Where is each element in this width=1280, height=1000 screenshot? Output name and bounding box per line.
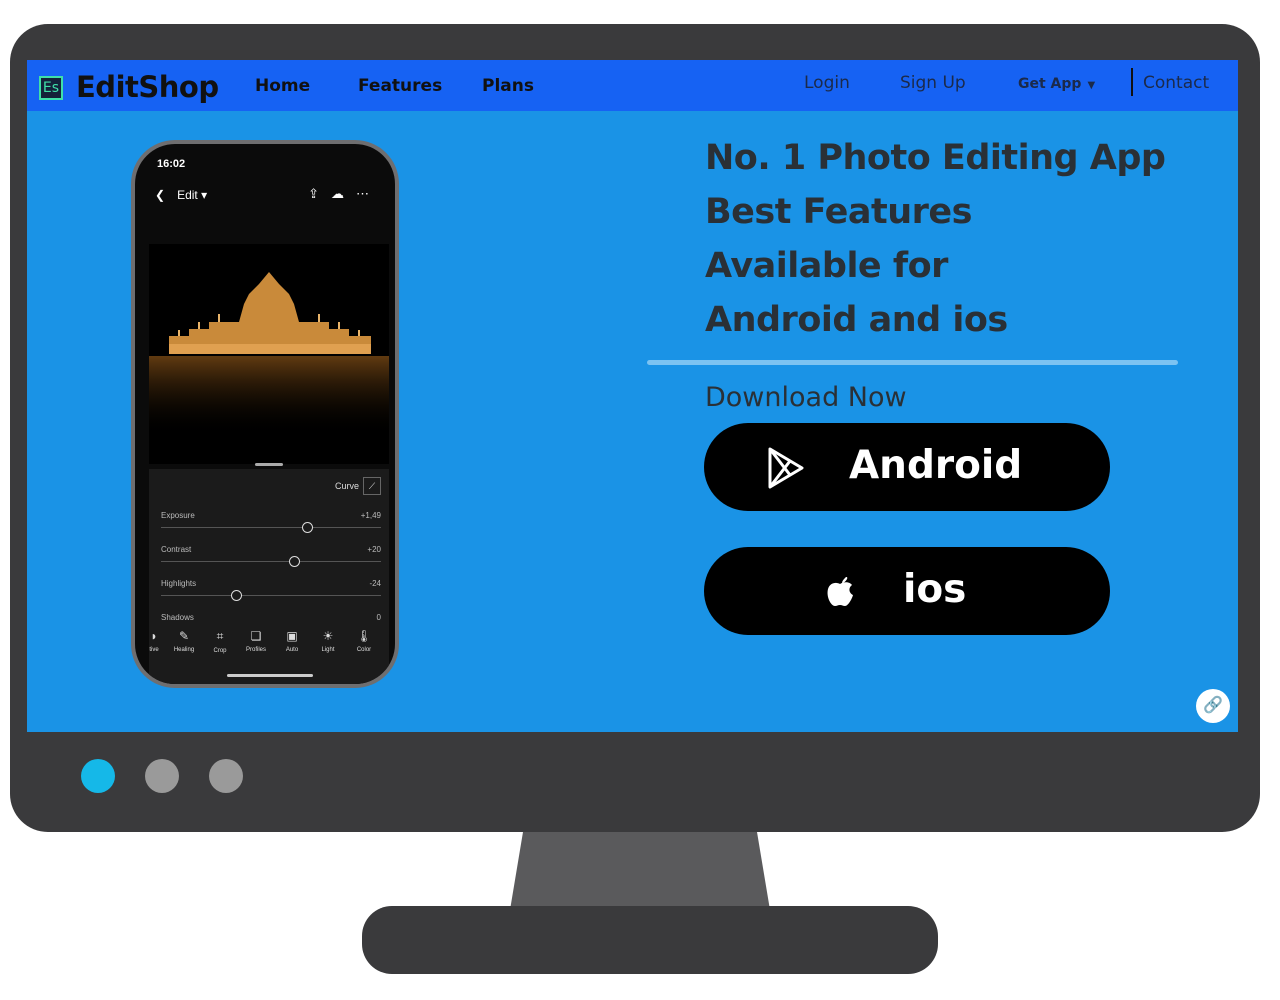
signup-link[interactable]: Sign Up (900, 73, 966, 93)
tool-icon: ◗ (150, 629, 158, 643)
healing-icon: ✎ (178, 629, 190, 643)
slider-label: Highlights (161, 579, 197, 588)
tool-item: ⌗ Crop (205, 629, 235, 654)
slider-label: Contrast (161, 545, 192, 554)
slider-knob (302, 522, 313, 533)
phone-mockup: 16:02 ❮ Edit ▾ ⇪☁⋯ Curve ⟋ Exposure +1,4… (131, 140, 399, 688)
apple-icon (827, 577, 853, 606)
phone-edit-label: Edit (177, 188, 198, 202)
phone-edit-bar: ❮ Edit ▾ (155, 188, 207, 202)
slider-track (161, 595, 381, 596)
slider-label: Shadows (161, 613, 194, 622)
tool-item: ▣ Auto (277, 629, 307, 653)
website-screen: Es EditShop Home Features Plans Login Si… (27, 60, 1238, 732)
phone-tools-bar: ◗ tive ✎ Healing ⌗ Crop ❏ Profiles ▣ Auto ☀ Li… (149, 629, 389, 669)
tool-item: ◗ tive (139, 629, 169, 653)
slider-track (161, 561, 381, 562)
slider-exposure: Exposure +1,49 (161, 511, 381, 543)
phone-edit-panel: Curve ⟋ Exposure +1,49 Contrast +20 High… (149, 463, 389, 684)
color-icon: 🌡 (356, 629, 372, 643)
phone-screen: 16:02 ❮ Edit ▾ ⇪☁⋯ Curve ⟋ Exposure +1,4… (135, 144, 395, 684)
carousel-dot-3[interactable] (209, 759, 243, 793)
slider-highlights: Highlights -24 (161, 579, 381, 611)
slider-label: Exposure (161, 511, 195, 520)
tool-item: ❏ Profiles (241, 629, 271, 653)
android-download-button[interactable]: Android (704, 423, 1110, 511)
auto-icon: ▣ (286, 629, 298, 643)
slider-value: 0 (376, 613, 381, 622)
panel-handle (255, 463, 283, 466)
cloud-icon: ☁ (331, 186, 356, 201)
nav-divider (1131, 68, 1133, 96)
slider-value: -24 (369, 579, 381, 588)
slider-track (161, 527, 381, 528)
tool-item: ✎ Healing (169, 629, 199, 653)
crop-icon: ⌗ (216, 629, 224, 643)
navbar: Es EditShop Home Features Plans Login Si… (27, 60, 1238, 111)
slider-value: +1,49 (360, 511, 381, 520)
hero-line-1: No. 1 Photo Editing App (705, 138, 1166, 178)
home-indicator (227, 674, 313, 677)
play-store-icon (768, 447, 804, 489)
monitor-neck (510, 832, 770, 910)
dropdown-icon: ▾ (201, 188, 208, 202)
ios-label: ios (903, 567, 967, 612)
curve-icon: ⟋ (363, 477, 381, 495)
light-icon: ☀ (322, 629, 334, 643)
parliament-photo (149, 244, 389, 464)
nav-home-link[interactable]: Home (255, 76, 310, 96)
brand-name[interactable]: EditShop (76, 70, 219, 104)
slider-knob (231, 590, 242, 601)
curve-label: Curve (334, 481, 359, 491)
hero-divider (647, 360, 1178, 365)
phone-photo (149, 244, 389, 464)
get-app-label: Get App (1018, 76, 1082, 92)
slider-knob (289, 556, 300, 567)
more-icon: ⋯ (356, 186, 381, 201)
phone-status-time: 16:02 (157, 158, 186, 170)
hero-line-2: Best Features (705, 192, 973, 232)
nav-features-link[interactable]: Features (358, 76, 442, 96)
download-now-label: Download Now (705, 382, 907, 413)
slider-value: +20 (367, 545, 381, 554)
nav-plans-link[interactable]: Plans (482, 76, 534, 96)
slider-contrast: Contrast +20 (161, 545, 381, 577)
android-label: Android (849, 443, 1023, 488)
tool-item: 🌡 Color (349, 629, 379, 653)
back-chevron-icon: ❮ (155, 188, 166, 202)
hero-line-4: Android and ios (705, 300, 1008, 340)
phone-toolbar-icons: ⇪☁⋯ (308, 186, 381, 202)
caret-down-icon: ▼ (1087, 80, 1096, 91)
ios-download-button[interactable]: ios (704, 547, 1110, 635)
hero-line-3: Available for (705, 246, 948, 286)
share-icon: ⇪ (308, 186, 331, 201)
carousel-dot-2[interactable] (145, 759, 179, 793)
monitor-stand (362, 906, 938, 974)
login-link[interactable]: Login (804, 73, 850, 93)
contact-link[interactable]: Contact (1143, 73, 1209, 93)
carousel-dot-1[interactable] (81, 759, 115, 793)
get-app-dropdown[interactable]: Get App ▼ (1018, 76, 1095, 92)
tool-item: ☀ Light (313, 629, 343, 653)
link-icon[interactable]: 🔗 (1196, 689, 1230, 723)
logo-icon[interactable]: Es (39, 76, 63, 100)
profiles-icon: ❏ (250, 629, 262, 643)
